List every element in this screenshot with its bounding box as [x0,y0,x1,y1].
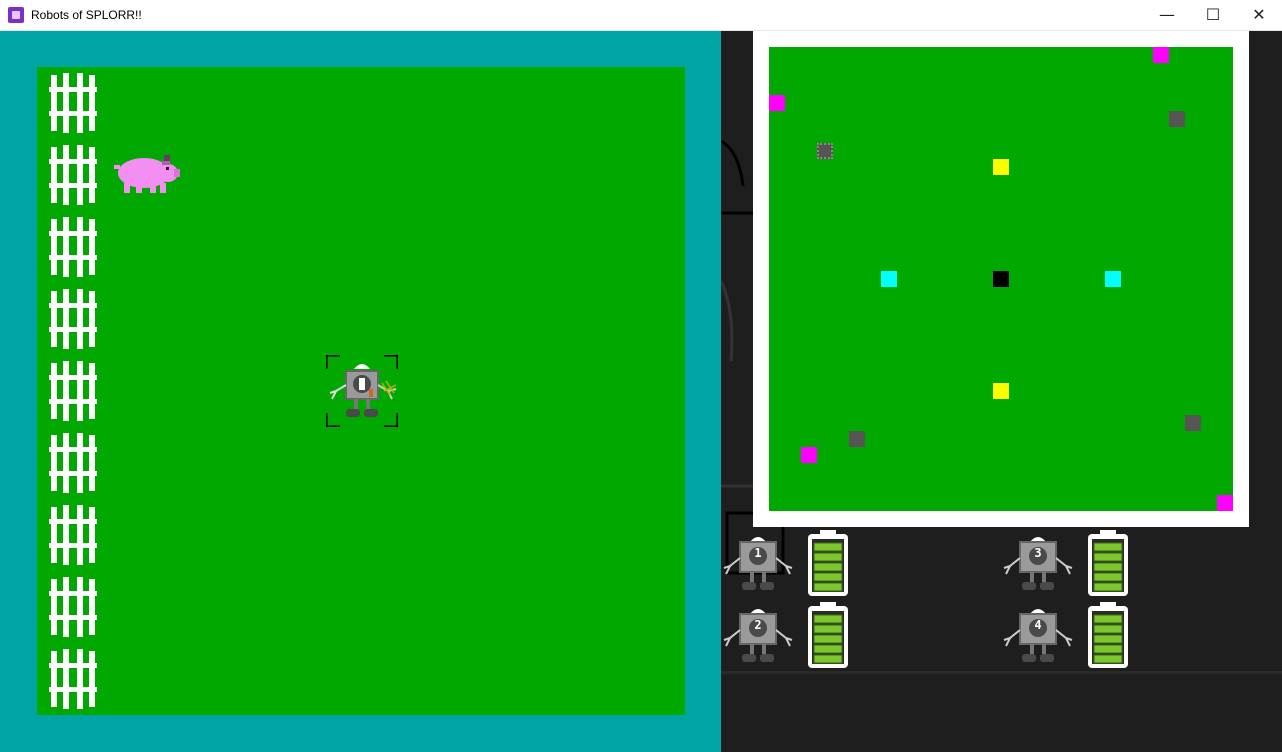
app-icon [8,7,24,23]
fence-segment [49,431,97,495]
robot-number-label: 1 [754,546,762,560]
robot-4-icon[interactable]: 4 [1002,604,1074,668]
minimap-cyan-marker [1105,271,1121,287]
maximize-button[interactable]: ☐ [1190,0,1236,31]
minimap-pig-marker [1217,495,1233,511]
minimap-pig-marker [1153,47,1169,63]
close-button[interactable]: ✕ [1236,0,1282,31]
game-view [0,31,721,752]
minimap-pig-marker [801,447,817,463]
robot-number-label: 3 [1034,546,1042,560]
robot-3-icon[interactable]: 3 [1002,532,1074,596]
fence-segment [49,647,97,711]
minimize-button[interactable]: — [1144,0,1190,31]
title-bar: Robots of SPLORR!! — ☐ ✕ [0,0,1282,31]
pig-sprite [110,151,182,203]
minimap-yellow-marker [993,383,1009,399]
robot-3-battery [1086,530,1130,598]
robot-number-label: 2 [754,618,762,632]
fence-segment [49,143,97,207]
robot-number-label: 4 [1034,618,1042,632]
minimap-yellow-marker [993,159,1009,175]
robot-2-icon[interactable]: 2 [722,604,794,668]
fence-segment [49,215,97,279]
fence-segment [49,503,97,567]
minimap-obstacle-marker [1169,111,1185,127]
fence-segment [49,71,97,135]
minimap-pig-marker [769,95,785,111]
game-field[interactable] [37,67,685,715]
minimap-obstacle-marker [849,431,865,447]
minimap-cyan-marker [881,271,897,287]
robot-1-battery [806,530,850,598]
minimap-obstacle-marker [817,143,833,159]
minimap[interactable] [753,31,1249,527]
robot-2-battery [806,602,850,670]
fence-segment [49,287,97,351]
robot-1-icon[interactable]: 1 [722,532,794,596]
window-title: Robots of SPLORR!! [31,8,142,22]
minimap-center-marker [993,271,1009,287]
minimap-field [769,47,1233,511]
minimap-obstacle-marker [1185,415,1201,431]
robot-4-battery [1086,602,1130,670]
fence-segment [49,575,97,639]
fence-segment [49,359,97,423]
selected-robot[interactable] [324,353,400,429]
